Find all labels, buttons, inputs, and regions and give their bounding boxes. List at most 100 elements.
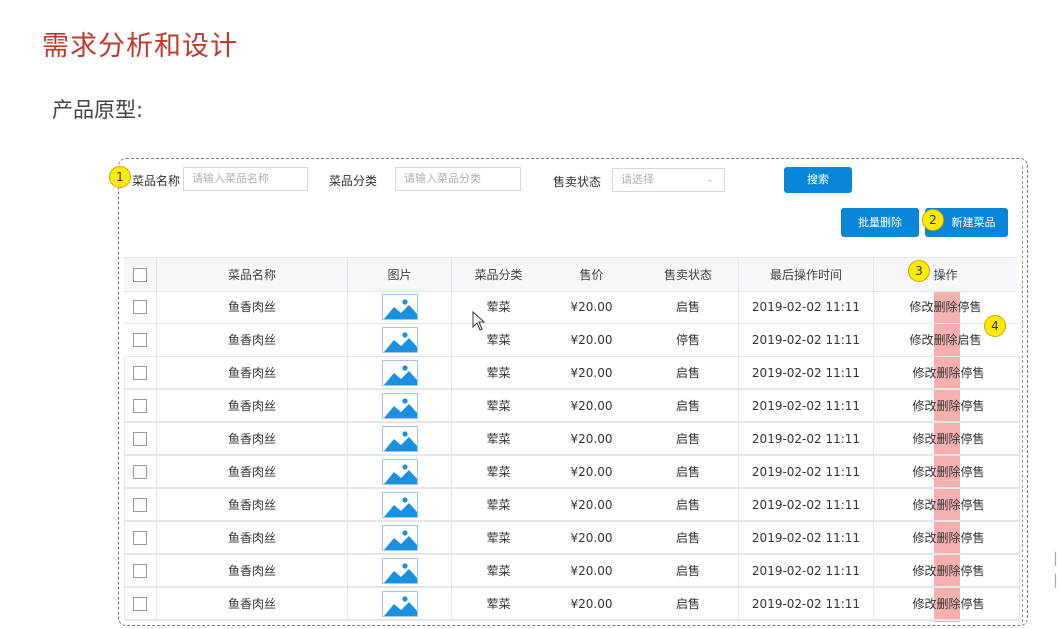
header-checkbox-cell [124,258,157,291]
last-modified-cell: 2019-02-02 11:11 [739,455,874,488]
row-actions: 修改 删除 停售 [912,496,984,513]
delete-link[interactable]: 删除 [936,562,960,579]
image-placeholder-icon [381,392,418,419]
row-checkbox[interactable] [133,332,147,347]
table-row: 鱼香肉丝 荤菜 ¥20.00 停售 2019-02-02 11:11 修改 删除 启售 [124,323,1017,357]
row-checkbox[interactable] [133,398,147,413]
category-cell: 荤菜 [486,432,511,446]
last-modified-cell: 2019-02-02 11:11 [739,389,874,422]
category-cell: 荤菜 [486,564,511,578]
toggle-sale-link[interactable]: 停售 [961,430,985,447]
sale-status-cell: 启售 [638,455,739,488]
toggle-sale-link[interactable]: 停售 [961,529,985,546]
batch-delete-button[interactable]: 批量删除 [841,208,919,237]
delete-link[interactable]: 删除 [933,298,957,315]
table-row: 鱼香肉丝 荤菜 ¥20.00 启售 2019-02-02 11:11 修改 删除 停售 [124,422,1020,456]
image-cell [348,290,452,323]
search-button[interactable]: 搜索 [784,167,852,193]
toggle-sale-link[interactable]: 停售 [961,397,985,414]
price-cell: ¥20.00 [570,497,613,512]
dish-name-input[interactable]: 请输入菜品名称 [183,167,308,191]
delete-link[interactable]: 删除 [936,364,960,381]
image-cell [348,488,452,521]
edit-link[interactable]: 修改 [912,529,936,546]
edit-link[interactable]: 修改 [909,331,933,348]
delete-link[interactable]: 删除 [936,430,960,447]
category-cell: 荤菜 [486,465,511,479]
row-checkbox-cell [124,521,157,554]
image-placeholder-icon [381,425,418,452]
dish-name-cell: 鱼香肉丝 [157,521,348,554]
sale-status-cell: 启售 [638,488,739,521]
delete-link[interactable]: 删除 [936,529,960,546]
header-dish-name: 菜品名称 [157,258,348,291]
annotation-marker-3: 3 [908,260,930,282]
row-actions: 修改 删除 停售 [912,595,984,612]
annotation-marker-1: 1 [109,166,131,188]
delete-link[interactable]: 删除 [936,496,960,513]
row-checkbox[interactable] [133,431,147,446]
dish-name-cell: 鱼香肉丝 [157,587,348,620]
row-checkbox-cell [124,455,157,488]
last-modified-cell: 2019-02-02 11:11 [739,422,874,455]
sale-status-cell: 启售 [638,389,739,422]
toggle-sale-link[interactable]: 停售 [961,364,985,381]
edit-link[interactable]: 修改 [912,463,936,480]
edit-link[interactable]: 修改 [912,430,936,447]
row-actions: 修改 删除 停售 [912,397,984,414]
edit-link[interactable]: 修改 [912,496,936,513]
dish-name-label: 菜品名称 [132,174,181,188]
price-cell: ¥20.00 [570,431,613,446]
row-checkbox[interactable] [133,299,147,314]
dish-name-cell: 鱼香肉丝 [157,323,348,356]
row-checkbox[interactable] [133,464,147,479]
delete-link[interactable]: 删除 [936,595,960,612]
price-cell: ¥20.00 [570,398,613,413]
toggle-sale-link[interactable]: 停售 [961,562,985,579]
sale-status-select[interactable]: 请选择 ⌄ [612,168,725,192]
edit-link[interactable]: 修改 [912,397,936,414]
edit-link[interactable]: 修改 [909,298,933,315]
row-checkbox[interactable] [133,497,147,512]
toggle-sale-link[interactable]: 启售 [958,331,982,348]
category-cell: 荤菜 [486,366,511,380]
delete-link[interactable]: 删除 [936,463,960,480]
image-placeholder-icon [381,557,418,584]
actions-cell: 修改 删除 停售 [877,554,1020,587]
row-checkbox-cell [124,422,157,455]
last-modified-cell: 2019-02-02 11:11 [739,290,874,323]
row-checkbox[interactable] [133,365,147,380]
image-placeholder-icon [381,359,418,386]
row-checkbox-cell [124,587,157,620]
sale-status-cell: 启售 [638,356,739,389]
dish-category-input[interactable]: 请输入菜品分类 [395,167,521,191]
last-modified-cell: 2019-02-02 11:11 [739,488,874,521]
row-checkbox[interactable] [133,563,147,578]
section-subheading: 产品原型: [52,98,144,122]
last-modified-cell: 2019-02-02 11:11 [739,554,874,587]
toggle-sale-link[interactable]: 停售 [961,463,985,480]
delete-link[interactable]: 删除 [933,331,957,348]
row-checkbox[interactable] [133,530,147,545]
toggle-sale-link[interactable]: 停售 [961,595,985,612]
annotation-marker-2: 2 [922,209,944,231]
select-all-checkbox[interactable] [133,267,147,282]
image-cell [348,422,452,455]
image-placeholder-icon [381,524,418,551]
actions-cell: 修改 删除 停售 [877,488,1020,521]
edit-link[interactable]: 修改 [912,595,936,612]
row-actions: 修改 删除 启售 [909,331,981,348]
row-actions: 修改 删除 停售 [912,430,984,447]
toggle-sale-link[interactable]: 停售 [961,496,985,513]
edit-link[interactable]: 修改 [912,364,936,381]
actions-cell: 修改 删除 停售 [877,389,1020,422]
delete-link[interactable]: 删除 [936,397,960,414]
image-cell [348,389,452,422]
toggle-sale-link[interactable]: 停售 [958,298,982,315]
row-actions: 修改 删除 停售 [912,463,984,480]
row-checkbox[interactable] [133,596,147,611]
table-row: 鱼香肉丝 荤菜 ¥20.00 启售 2019-02-02 11:11 修改 删除 停售 [124,455,1020,489]
row-actions: 修改 删除 停售 [912,364,984,381]
dish-name-cell: 鱼香肉丝 [157,356,348,389]
edit-link[interactable]: 修改 [912,562,936,579]
